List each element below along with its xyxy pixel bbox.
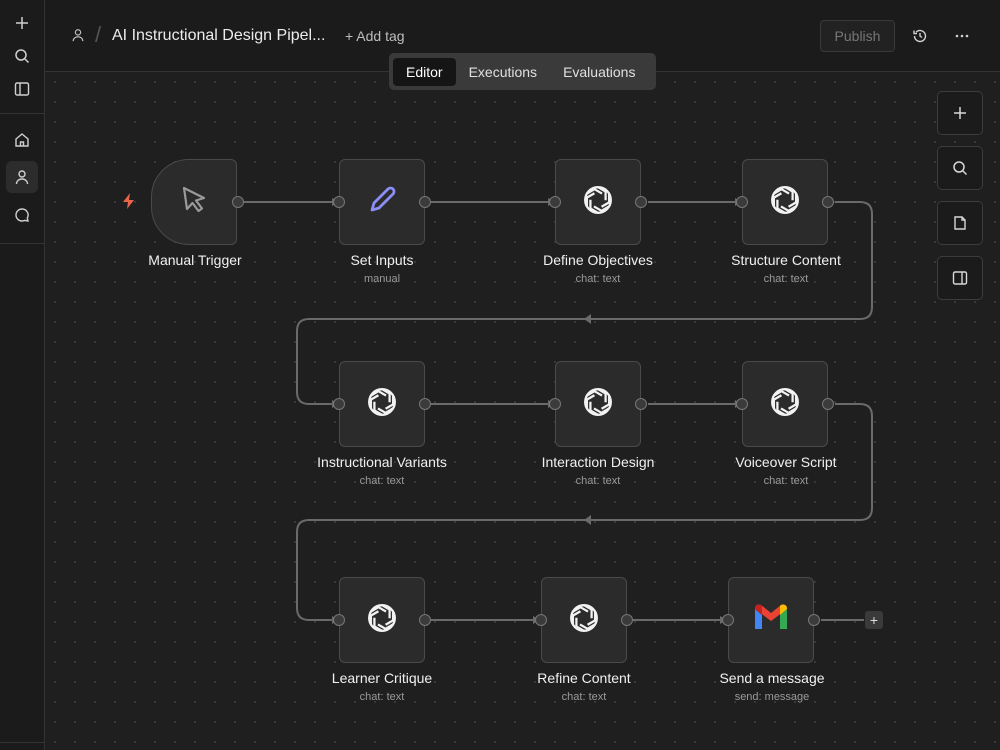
node-define-objectives[interactable] xyxy=(555,159,641,245)
input-handle[interactable] xyxy=(535,614,547,626)
output-handle[interactable] xyxy=(822,398,834,410)
breadcrumb-separator: / xyxy=(95,22,102,47)
search-icon[interactable] xyxy=(6,40,38,72)
input-handle[interactable] xyxy=(549,196,561,208)
node-label: Refine Content xyxy=(537,670,631,686)
node-subtitle: send: message xyxy=(734,691,810,703)
rail-divider xyxy=(0,243,44,244)
node-label: Structure Content xyxy=(731,252,841,268)
input-handle[interactable] xyxy=(736,398,748,410)
node-subtitle: chat: text xyxy=(763,475,809,487)
rail-divider xyxy=(0,113,44,114)
input-handle[interactable] xyxy=(736,196,748,208)
history-icon[interactable] xyxy=(910,26,930,46)
node-refine-content[interactable] xyxy=(541,577,627,663)
add-icon[interactable] xyxy=(6,7,38,39)
output-handle[interactable] xyxy=(419,614,431,626)
openai-icon xyxy=(565,599,603,642)
output-handle[interactable] xyxy=(419,398,431,410)
panel-toggle-icon[interactable] xyxy=(6,73,38,105)
node-instructional-variants[interactable] xyxy=(339,361,425,447)
openai-icon xyxy=(363,383,401,426)
node-subtitle: chat: text xyxy=(575,475,621,487)
input-handle[interactable] xyxy=(333,614,345,626)
node-label: Manual Trigger xyxy=(148,252,242,268)
home-icon[interactable] xyxy=(6,124,38,156)
node-structure-content[interactable] xyxy=(742,159,828,245)
node-label: Send a message xyxy=(719,670,825,686)
output-handle[interactable] xyxy=(822,196,834,208)
more-options-icon[interactable] xyxy=(952,26,972,46)
tab-editor[interactable]: Editor xyxy=(393,57,456,86)
node-subtitle: chat: text xyxy=(359,475,405,487)
chat-icon[interactable] xyxy=(6,199,38,231)
node-voiceover-script[interactable] xyxy=(742,361,828,447)
openai-icon xyxy=(363,599,401,642)
workflow-title[interactable]: AI Instructional Design Pipel... xyxy=(112,27,325,45)
output-handle[interactable] xyxy=(635,398,647,410)
node-interaction-design[interactable] xyxy=(555,361,641,447)
openai-icon xyxy=(579,181,617,224)
node-send-message[interactable] xyxy=(728,577,814,663)
output-handle[interactable] xyxy=(232,196,244,208)
rail-divider xyxy=(0,742,44,743)
left-sidebar xyxy=(0,0,45,750)
input-handle[interactable] xyxy=(333,196,345,208)
openai-icon xyxy=(766,181,804,224)
node-subtitle: chat: text xyxy=(561,691,607,703)
node-label: Interaction Design xyxy=(541,454,655,470)
output-handle[interactable] xyxy=(635,196,647,208)
output-handle[interactable] xyxy=(808,614,820,626)
node-label: Instructional Variants xyxy=(317,454,447,470)
add-node-icon[interactable] xyxy=(937,91,983,135)
openai-icon xyxy=(766,383,804,426)
node-label: Set Inputs xyxy=(350,252,414,268)
sticky-note-icon[interactable] xyxy=(937,201,983,245)
node-label: Define Objectives xyxy=(543,252,653,268)
gmail-icon xyxy=(752,603,790,638)
node-label: Voiceover Script xyxy=(735,454,837,470)
trigger-bolt-icon xyxy=(122,193,136,209)
cursor-icon xyxy=(178,184,210,221)
node-learner-critique[interactable] xyxy=(339,577,425,663)
output-handle[interactable] xyxy=(621,614,633,626)
output-handle[interactable] xyxy=(419,196,431,208)
node-manual-trigger[interactable] xyxy=(151,159,237,245)
openai-icon xyxy=(579,383,617,426)
input-handle[interactable] xyxy=(333,398,345,410)
tab-evaluations[interactable]: Evaluations xyxy=(550,58,648,86)
node-label: Learner Critique xyxy=(331,670,433,686)
node-subtitle: manual xyxy=(363,273,401,285)
user-icon[interactable] xyxy=(71,28,87,44)
pencil-icon xyxy=(364,182,400,223)
publish-button[interactable]: Publish xyxy=(820,20,895,52)
side-panel-icon[interactable] xyxy=(937,256,983,300)
personal-icon[interactable] xyxy=(6,161,38,193)
add-tag-button[interactable]: + Add tag xyxy=(345,28,405,44)
add-next-node-button[interactable]: + xyxy=(865,611,883,629)
input-handle[interactable] xyxy=(722,614,734,626)
view-tabs: Editor Executions Evaluations xyxy=(389,53,656,90)
node-subtitle: chat: text xyxy=(359,691,405,703)
node-subtitle: chat: text xyxy=(575,273,621,285)
node-set-inputs[interactable] xyxy=(339,159,425,245)
tab-executions[interactable]: Executions xyxy=(456,58,550,86)
search-nodes-icon[interactable] xyxy=(937,146,983,190)
input-handle[interactable] xyxy=(549,398,561,410)
node-subtitle: chat: text xyxy=(763,273,809,285)
